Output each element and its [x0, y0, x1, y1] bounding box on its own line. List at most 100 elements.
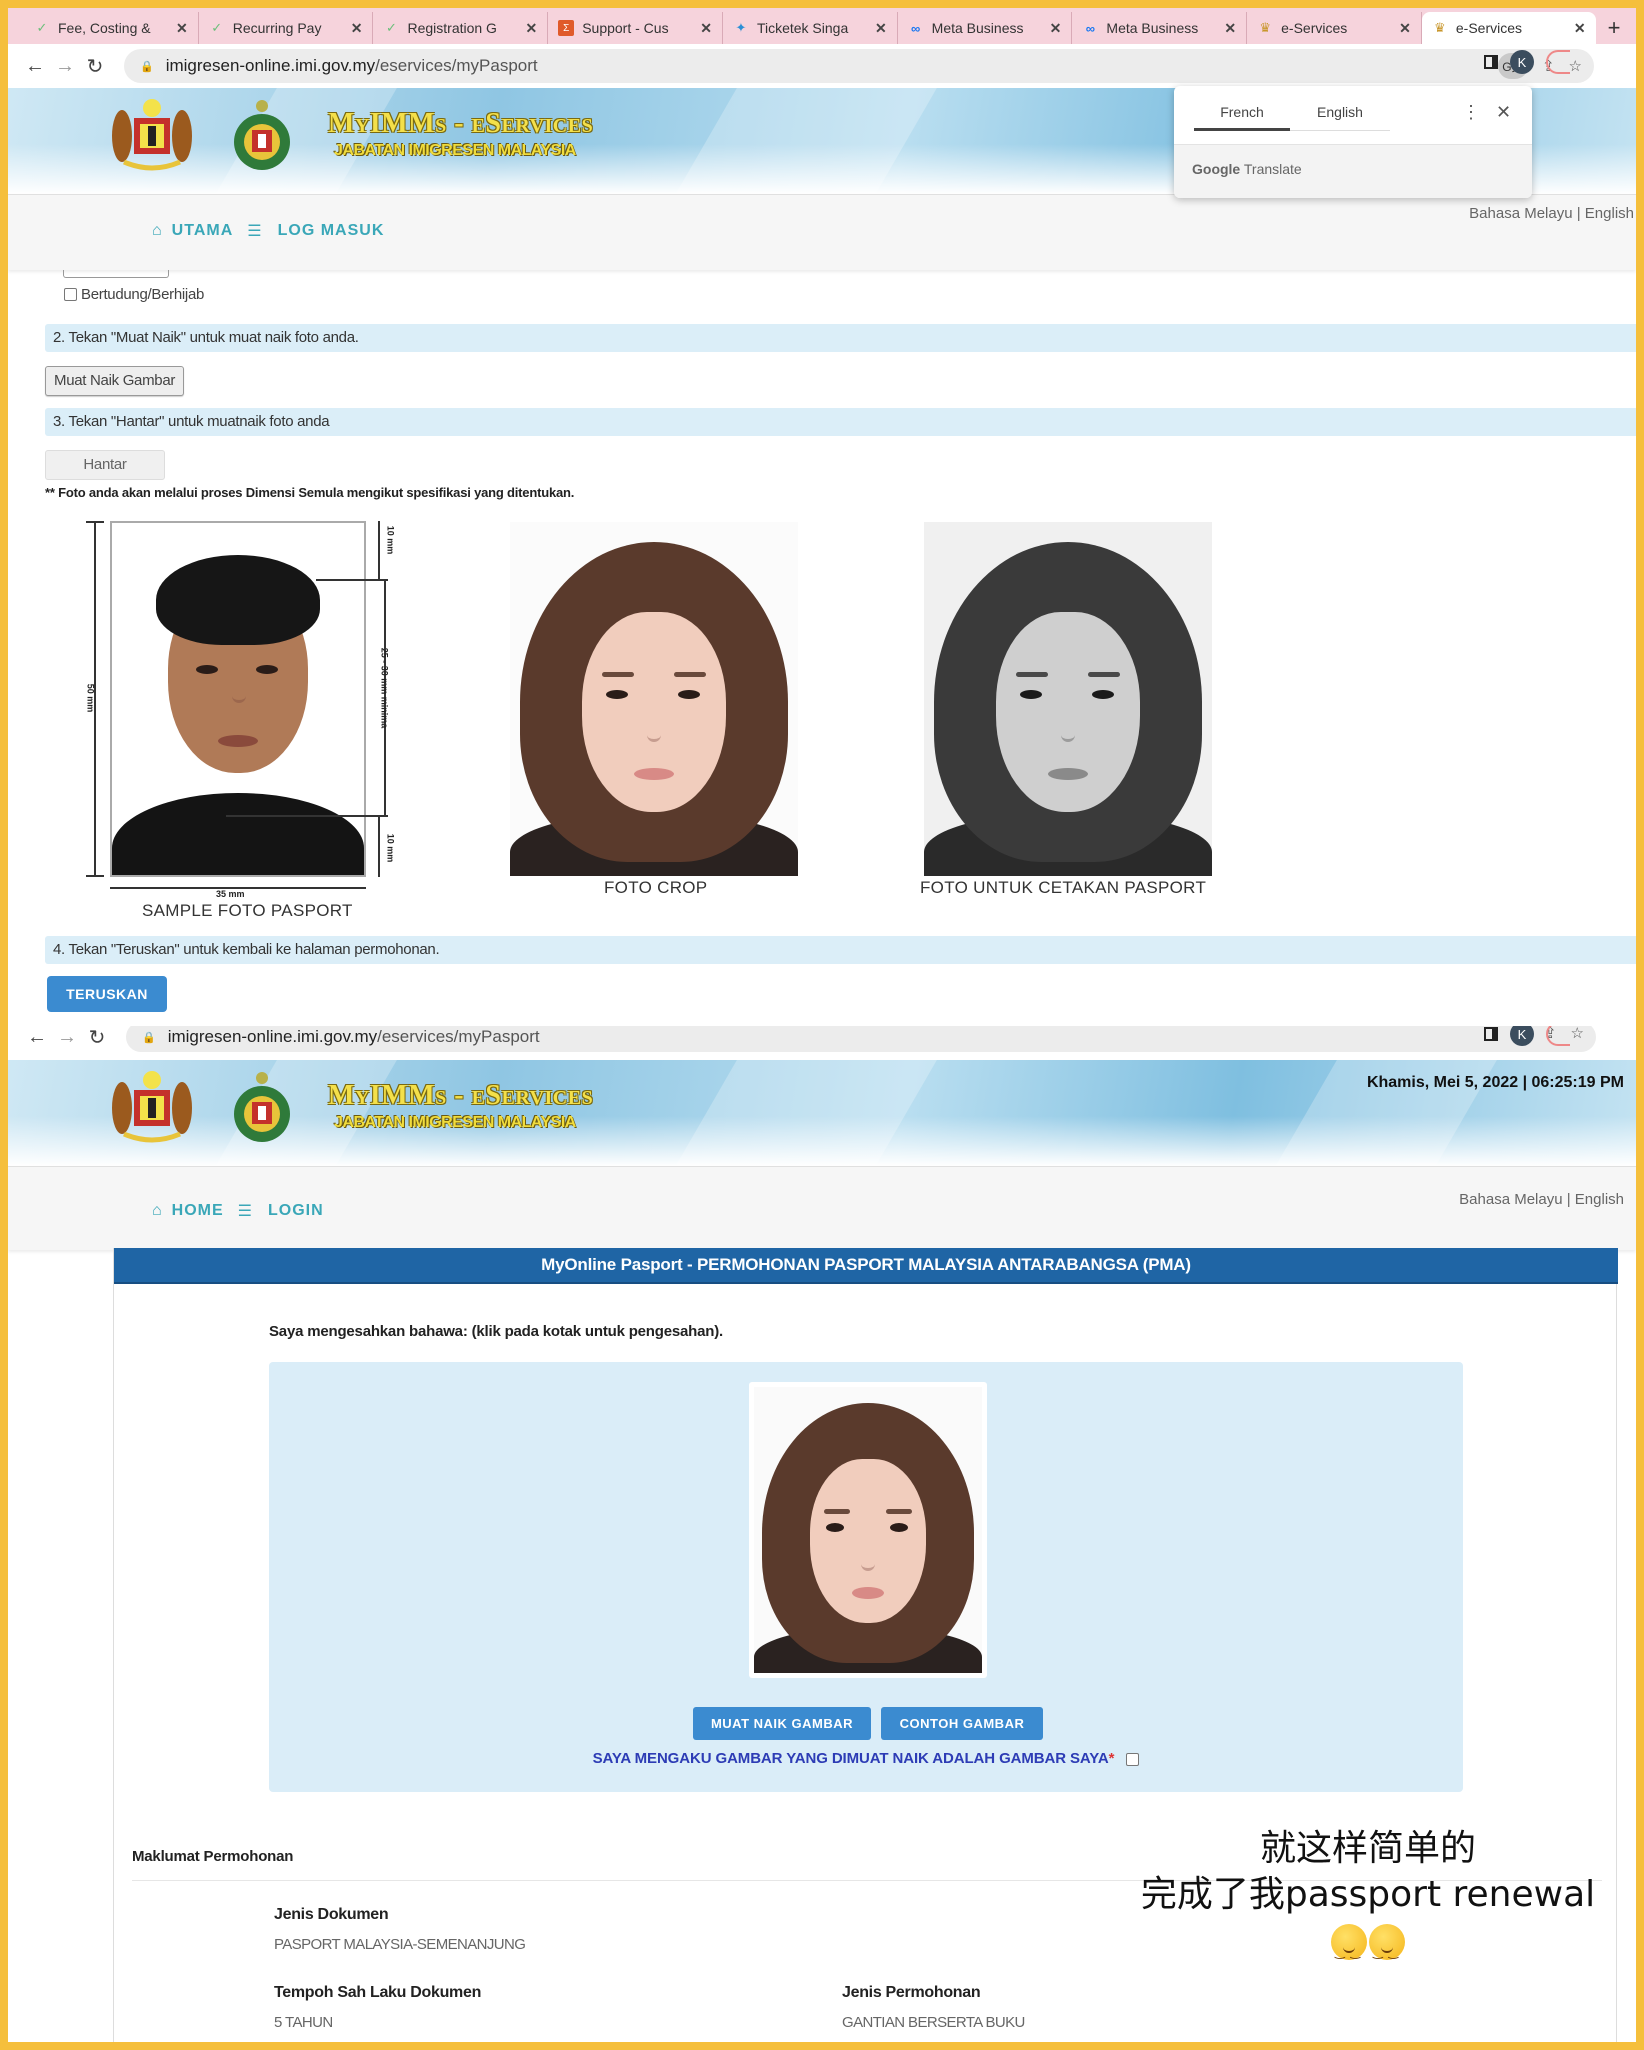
browser-tab[interactable]: ∞ Meta Business ✕ — [1072, 12, 1248, 44]
side-panel-icon[interactable] — [1484, 1027, 1498, 1041]
hijab-checkbox[interactable] — [64, 288, 77, 301]
close-popup-icon[interactable]: ✕ — [1496, 102, 1511, 123]
nav-home-link[interactable]: HOME — [172, 1202, 224, 1220]
profile-avatar[interactable]: K — [1510, 1026, 1534, 1046]
home-icon: ⌂ — [152, 222, 162, 239]
side-panel-icon[interactable] — [1484, 55, 1498, 69]
close-tab-icon[interactable]: ✕ — [700, 20, 712, 37]
close-tab-icon[interactable]: ✕ — [1050, 20, 1062, 37]
bookmark-star-icon[interactable]: ☆ — [1571, 1026, 1584, 1042]
new-tab-button[interactable]: + — [1596, 12, 1633, 44]
face-size-label: 25 - 30 mm minima — [379, 647, 390, 729]
browser-tab[interactable]: ✓ Registration G ✕ — [373, 12, 549, 44]
zendesk-icon: Σ — [558, 20, 575, 36]
site-brand: MyIMMs - eServices JABATAN IMIGRESEN MAL… — [328, 108, 593, 160]
reload-icon[interactable]: ↻ — [80, 54, 110, 79]
uploaded-photo-thumbnail — [749, 1382, 987, 1678]
upload-photo-button[interactable]: Muat Naik Gambar — [45, 366, 185, 396]
top-margin-dimension-line — [378, 521, 380, 581]
browser-tab[interactable]: ∞ Meta Business ✕ — [898, 12, 1073, 44]
hijab-checkbox-row: Bertudung/Berhijab — [64, 286, 204, 303]
relieved-face-emoji-icon — [1331, 1924, 1367, 1975]
browser-tab[interactable]: ✓ Fee, Costing & ✕ — [24, 12, 199, 44]
browser-tab-active[interactable]: ♛ e-Services ✕ — [1421, 12, 1596, 44]
dimension-tick — [226, 815, 388, 817]
close-tab-icon[interactable]: ✕ — [351, 20, 363, 37]
nav-login-link[interactable]: LOGIN — [268, 1202, 324, 1220]
close-tab-icon[interactable]: ✕ — [176, 20, 188, 37]
caption-overlay: 就这样简单的 完成了我passport renewal — [1108, 1826, 1628, 1975]
nav-home-link[interactable]: UTAMA — [172, 222, 234, 240]
continue-button[interactable]: TERUSKAN — [47, 976, 167, 1012]
forward-icon[interactable]: → — [52, 1026, 82, 1049]
validity-period-value: 5 TAHUN — [274, 2014, 333, 2031]
home-icon: ⌂ — [152, 1202, 162, 1219]
address-bar-2[interactable]: 🔒 imigresen-online.imi.gov.my/eservices/… — [126, 1026, 1596, 1052]
browser-tab[interactable]: ♛ e-Services ✕ — [1247, 12, 1422, 44]
acknowledgement-checkbox[interactable] — [1126, 1752, 1140, 1766]
browser-tab[interactable]: Σ Support - Cus ✕ — [548, 12, 723, 44]
close-tab-icon[interactable]: ✕ — [1224, 20, 1236, 37]
upload-photo-button[interactable]: MUAT NAIK GAMBAR — [693, 1707, 871, 1740]
browser-tab-strip: ✓ Fee, Costing & ✕ ✓ Recurring Pay ✕ ✓ R… — [8, 8, 1636, 44]
application-type-value: GANTIAN BERSERTA BUKU — [842, 2014, 1025, 2031]
language-switch[interactable]: Bahasa Melayu | English — [1459, 1191, 1624, 1208]
crop-caption: FOTO CROP — [604, 878, 708, 897]
close-tab-icon[interactable]: ✕ — [525, 20, 537, 37]
browser-tab[interactable]: ✓ Recurring Pay ✕ — [199, 12, 374, 44]
profile-avatar-2[interactable] — [1546, 50, 1570, 74]
acknowledgement-label: SAYA MENGAKU GAMBAR YANG DIMUAT NAIK ADA… — [592, 1750, 1109, 1767]
translate-tab-english[interactable]: English — [1290, 104, 1390, 131]
translate-tab-french[interactable]: French — [1194, 104, 1290, 131]
sample-photo-image — [110, 521, 366, 877]
crest-icon: ♛ — [1434, 20, 1446, 35]
list-icon: ☰ — [247, 223, 262, 240]
address-bar[interactable]: 🔒 imigresen-online.imi.gov.my/eservices/… — [124, 49, 1594, 83]
step-4-instruction: 4. Tekan "Teruskan" untuk kembali ke hal… — [45, 936, 1636, 964]
language-switch[interactable]: Bahasa Melayu | English — [1469, 205, 1634, 222]
close-tab-icon[interactable]: ✕ — [1399, 20, 1411, 37]
profile-avatar[interactable]: K — [1510, 50, 1534, 74]
sample-passport-photo: 50 mm 10 mm 25 - 30 mm minima 10 mm 35 m… — [76, 513, 406, 920]
bookmark-star-icon[interactable]: ☆ — [1569, 57, 1582, 75]
google-translate-popup: French English ⋮ ✕ Google Translate — [1174, 86, 1532, 198]
crest-icon: ♛ — [1259, 20, 1271, 35]
relieved-face-emoji-icon — [1369, 1924, 1405, 1975]
more-options-icon[interactable]: ⋮ — [1462, 102, 1480, 123]
forward-icon[interactable]: → — [50, 55, 80, 78]
browser-toolbar: ← → ↻ 🔒 imigresen-online.imi.gov.my/eser… — [8, 44, 1636, 88]
nav-login-link[interactable]: LOG MASUK — [278, 222, 385, 240]
photo-confirmation-box: MUAT NAIK GAMBAR CONTOH GAMBAR SAYA MENG… — [269, 1362, 1463, 1792]
submit-button[interactable]: Hantar — [45, 450, 165, 480]
site-nav-bar: ⌂ UTAMA ☰ LOG MASUK Bahasa Melayu | Engl… — [8, 194, 1636, 270]
site-title: MyIMMs - eServices — [328, 108, 594, 139]
back-icon[interactable]: ← — [22, 1026, 52, 1049]
panel-title: MyOnline Pasport - PERMOHONAN PASPORT MA… — [114, 1248, 1618, 1284]
malaysia-coat-of-arms-logo — [112, 99, 192, 171]
sample-photo-button[interactable]: CONTOH GAMBAR — [881, 1707, 1043, 1740]
screenshot-frame: ✓ Fee, Costing & ✕ ✓ Recurring Pay ✕ ✓ R… — [8, 8, 1636, 2042]
document-type-label: Jenis Dokumen — [274, 1906, 389, 1923]
close-tab-icon[interactable]: ✕ — [1574, 20, 1586, 37]
meta-icon: ∞ — [1085, 20, 1096, 36]
back-icon[interactable]: ← — [20, 55, 50, 78]
profile-avatar-2[interactable] — [1546, 1026, 1570, 1046]
check-icon: ✓ — [211, 20, 223, 35]
current-datetime: Khamis, Mei 5, 2022 | 06:25:19 PM — [1366, 1074, 1624, 1091]
sample-caption: SAMPLE FOTO PASPORT — [142, 901, 353, 920]
required-asterisk: * — [1108, 1750, 1115, 1767]
close-tab-icon[interactable]: ✕ — [875, 20, 887, 37]
reload-icon[interactable]: ↻ — [82, 1026, 112, 1050]
site-subtitle: JABATAN IMIGRESEN MALAYSIA — [334, 142, 576, 159]
list-icon: ☰ — [237, 1203, 253, 1220]
document-type-value: PASPORT MALAYSIA-SEMENANJUNG — [274, 1936, 526, 1953]
step-3-instruction: 3. Tekan "Hantar" untuk muatnaik foto an… — [45, 408, 1636, 436]
site-banner-2: MyIMMs - eServices JABATAN IMIGRESEN MAL… — [8, 1060, 1636, 1166]
caption-line-1: 就这样简单的 — [1259, 1828, 1476, 1869]
partial-button[interactable] — [63, 270, 169, 278]
top-margin-label: 10 mm — [385, 525, 396, 555]
application-info-heading: Maklumat Permohonan — [132, 1848, 294, 1865]
ticketek-icon: ✦ — [735, 20, 747, 35]
dimension-tick — [316, 579, 388, 581]
browser-tab[interactable]: ✦ Ticketek Singa ✕ — [723, 12, 898, 44]
